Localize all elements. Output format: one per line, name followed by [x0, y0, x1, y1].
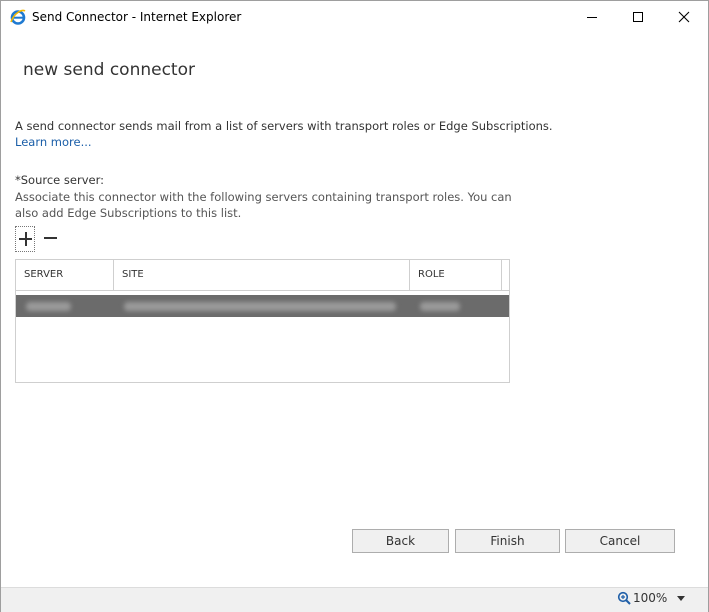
server-table: SERVER SITE ROLE [15, 259, 510, 383]
minimize-icon [587, 17, 597, 18]
remove-server-button[interactable] [41, 226, 61, 252]
table-header: SERVER SITE ROLE [16, 260, 509, 291]
column-header-role[interactable]: ROLE [410, 260, 502, 290]
browser-window: Send Connector - Internet Explorer new s… [0, 0, 709, 612]
page-title: new send connector [23, 60, 195, 80]
internet-explorer-icon [10, 9, 26, 25]
description-text: A send connector sends mail from a list … [15, 119, 553, 133]
role-cell-redacted [420, 302, 460, 311]
cancel-button[interactable]: Cancel [565, 529, 675, 553]
learn-more-link[interactable]: Learn more... [15, 135, 92, 149]
close-button[interactable] [661, 1, 707, 33]
window-title: Send Connector - Internet Explorer [32, 10, 242, 24]
close-icon [678, 11, 690, 23]
server-cell-redacted [26, 302, 71, 311]
chevron-down-icon[interactable] [677, 596, 685, 601]
maximize-button[interactable] [615, 1, 661, 33]
column-header-server[interactable]: SERVER [16, 260, 114, 290]
title-bar: Send Connector - Internet Explorer [1, 1, 708, 33]
site-cell-redacted [124, 302, 396, 311]
zoom-icon[interactable] [617, 591, 631, 605]
source-server-label: *Source server: [15, 173, 104, 187]
back-button[interactable]: Back [352, 529, 449, 553]
maximize-icon [633, 12, 643, 22]
table-row[interactable] [16, 295, 509, 317]
column-header-site[interactable]: SITE [114, 260, 410, 290]
status-bar [1, 587, 708, 612]
finish-button[interactable]: Finish [455, 529, 560, 553]
add-server-button[interactable] [15, 226, 35, 252]
zoom-level[interactable]: 100% [633, 591, 667, 605]
source-server-help: Associate this connector with the follow… [15, 190, 512, 220]
minimize-button[interactable] [569, 1, 615, 33]
